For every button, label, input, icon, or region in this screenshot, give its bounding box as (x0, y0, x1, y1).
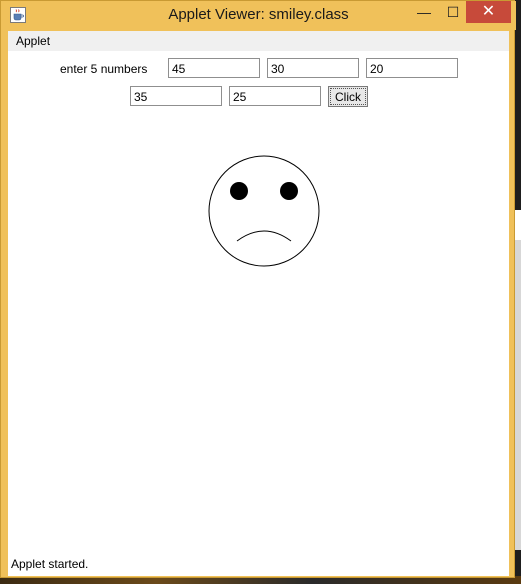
number-input-4[interactable] (130, 86, 222, 106)
close-icon: ✕ (481, 3, 496, 20)
desktop: Applet Viewer: smiley.class — ☐ ✕ Applet (0, 0, 521, 584)
menu-applet[interactable]: Applet (16, 34, 50, 48)
click-button[interactable]: Click (328, 86, 368, 107)
left-eye (230, 182, 248, 200)
number-input-1[interactable] (168, 58, 260, 78)
status-text: Applet started. (11, 557, 89, 571)
prompt-label: enter 5 numbers (60, 62, 148, 76)
number-input-3[interactable] (366, 58, 458, 78)
minimize-icon: — (417, 4, 431, 20)
number-input-2[interactable] (267, 58, 359, 78)
window-client-area: Applet enter 5 numbers Click Applet (8, 31, 509, 576)
status-bar: Applet started. (8, 556, 509, 576)
number-input-5[interactable] (229, 86, 321, 106)
minimize-button[interactable]: — (409, 1, 439, 23)
right-eye (280, 182, 298, 200)
frown-mouth (236, 230, 292, 242)
applet-viewer-window: Applet Viewer: smiley.class — ☐ ✕ Applet (0, 0, 516, 578)
menu-bar: Applet (8, 31, 509, 51)
close-button[interactable]: ✕ (466, 1, 511, 23)
sad-face-drawing (208, 155, 320, 267)
applet-panel: enter 5 numbers Click (8, 51, 509, 556)
face-outline (208, 155, 320, 267)
title-bar[interactable]: Applet Viewer: smiley.class — ☐ ✕ (1, 1, 516, 30)
maximize-button[interactable]: ☐ (438, 1, 468, 23)
maximize-icon: ☐ (446, 4, 460, 20)
